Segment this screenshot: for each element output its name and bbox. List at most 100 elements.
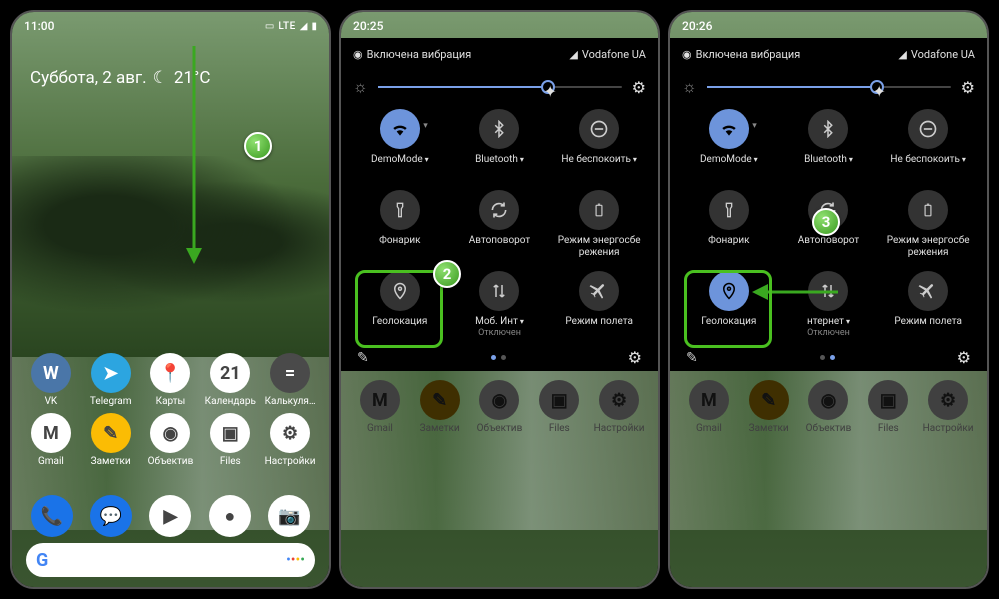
tile-rotate[interactable]: Автоповорот <box>453 190 547 259</box>
tile-dnd[interactable]: Не беспокоить <box>881 109 975 178</box>
app-label: VK <box>45 396 58 407</box>
app-label: Настройки <box>923 423 974 434</box>
status-bar: 20:25 <box>341 12 658 40</box>
tile-battery[interactable]: Режим энергосбережения <box>881 190 975 259</box>
tile-airplane[interactable]: Режим полета <box>881 271 975 340</box>
slider-thumb[interactable]: ✦ <box>870 80 884 94</box>
tile-bluetooth[interactable]: Bluetooth <box>782 109 876 178</box>
app-Настройки[interactable]: ⚙ Настройки <box>919 380 977 434</box>
slider-thumb[interactable]: ✦ <box>541 80 555 94</box>
app-Заметки[interactable]: ✎Заметки <box>82 413 140 467</box>
brightness-settings-icon[interactable]: ⚙ <box>632 78 646 97</box>
tile-label: нтернетОтключен <box>807 316 850 340</box>
assistant-icon[interactable]: •••• <box>286 552 305 568</box>
app-label: Календарь <box>205 396 256 407</box>
app-dock[interactable]: 💬 <box>90 495 132 537</box>
tile-wifi[interactable]: ▾DemoMode <box>682 109 776 178</box>
tile-dnd[interactable]: Не беспокоить <box>552 109 646 178</box>
app-dock[interactable]: ● <box>209 495 251 537</box>
tile-battery[interactable]: Режим энергосбережения <box>552 190 646 259</box>
tile-label: DemoMode <box>371 154 429 178</box>
app-Объектив[interactable]: ◉Объектив <box>471 380 529 434</box>
app-label: Gmail <box>38 456 64 467</box>
quick-settings-panel: ◉ Включена вибрация ◢ Vodafone UA ☼ ✦ ⚙ … <box>341 38 658 371</box>
tile-airplane[interactable]: Режим полета <box>552 271 646 340</box>
app-Карты[interactable]: 📍 Карты <box>142 353 200 407</box>
edit-tiles-icon[interactable]: ✎ <box>357 350 369 366</box>
tile-wifi[interactable]: ▾ DemoMode <box>353 109 447 178</box>
app-label: Объектив <box>806 423 852 434</box>
vibration-status[interactable]: ◉ Включена вибрация <box>682 48 800 61</box>
phone-qs-on: 20:26 ◉ Включена вибрация ◢ Vodafone UA … <box>668 10 989 589</box>
status-icons: ▭ LTE ◢ ▮ <box>265 21 317 32</box>
tile-flashlight[interactable]: Фонарик <box>682 190 776 259</box>
app-icon: 📍 <box>150 353 190 393</box>
signal-icon: ◢ <box>898 48 906 61</box>
tile-location[interactable]: Геолокация <box>353 271 447 340</box>
dnd-icon <box>908 109 948 149</box>
settings-icon[interactable]: ⚙ <box>628 348 642 367</box>
app-label: Gmail <box>367 423 393 434</box>
status-time: 20:25 <box>353 19 383 33</box>
app-Telegram[interactable]: ➤Telegram <box>82 353 140 407</box>
wifi-icon: ▾ <box>380 109 420 149</box>
app-icon: ◉ <box>808 380 848 420</box>
app-Заметки[interactable]: ✎Заметки <box>740 380 798 434</box>
app-Объектив[interactable]: ◉ Объектив <box>800 380 858 434</box>
slider-track[interactable]: ✦ <box>707 86 951 88</box>
brightness-slider[interactable]: ☼ ✦ ⚙ <box>682 77 975 97</box>
app-icon: 📷 <box>268 495 310 537</box>
tile-label: Bluetooth <box>475 154 524 178</box>
app-Календарь[interactable]: 21Календарь <box>201 353 259 407</box>
app-icon: M <box>689 380 729 420</box>
app-Gmail[interactable]: MGmail <box>22 413 80 467</box>
status-time: 11:00 <box>24 19 54 33</box>
app-Объектив[interactable]: ◉ Объектив <box>142 413 200 467</box>
quick-settings-panel: ◉ Включена вибрация ◢ Vodafone UA ☼ ✦ ⚙ … <box>670 38 987 371</box>
tile-flashlight[interactable]: Фонарик <box>353 190 447 259</box>
app-Gmail[interactable]: MGmail <box>351 380 409 434</box>
app-icon: ✎ <box>420 380 460 420</box>
app-Настройки[interactable]: ⚙Настройки <box>590 380 648 434</box>
tile-label: Режим полета <box>565 316 632 340</box>
app-dock[interactable]: ▶ <box>149 495 191 537</box>
app-Заметки[interactable]: ✎Заметки <box>411 380 469 434</box>
app-dock[interactable]: 📷 <box>268 495 310 537</box>
app-grid: W VK ➤Telegram📍 Карты 21Календарь=Калькуля… M… <box>12 353 329 467</box>
settings-icon[interactable]: ⚙ <box>957 348 971 367</box>
brightness-slider[interactable]: ☼ ✦ ⚙ <box>353 77 646 97</box>
weather-widget[interactable]: Суббота, 2 авг. ☾ 21°C <box>12 40 329 88</box>
search-bar[interactable]: G •••• <box>26 543 315 577</box>
app-Калькуля…[interactable]: =Калькуля… <box>261 353 319 407</box>
app-Files[interactable]: ▣Files <box>201 413 259 467</box>
app-VK[interactable]: W VK <box>22 353 80 407</box>
app-label: Объектив <box>148 456 194 467</box>
app-label: Карты <box>156 396 186 407</box>
flashlight-icon <box>709 190 749 230</box>
dock: 📞 💬 ▶ ● 📷 <box>12 495 329 537</box>
tile-data[interactable]: Моб. ИнтОтключен <box>453 271 547 340</box>
brightness-settings-icon[interactable]: ⚙ <box>961 78 975 97</box>
phone-home: 11:00 ▭ LTE ◢ ▮ Суббота, 2 авг. ☾ 21°C W… <box>10 10 331 589</box>
app-dock[interactable]: 📞 <box>31 495 73 537</box>
moon-icon: ☾ <box>153 68 168 88</box>
carrier-label: ◢ Vodafone UA <box>569 48 646 61</box>
app-Настройки[interactable]: ⚙Настройки <box>261 413 319 467</box>
app-icon: W <box>31 353 71 393</box>
app-Gmail[interactable]: MGmail <box>680 380 738 434</box>
vibration-status[interactable]: ◉ Включена вибрация <box>353 48 471 61</box>
app-icon: ▣ <box>868 380 908 420</box>
tile-bluetooth[interactable]: Bluetooth <box>453 109 547 178</box>
rotate-icon <box>479 190 519 230</box>
edit-tiles-icon[interactable]: ✎ <box>686 350 698 366</box>
tile-label: Моб. ИнтОтключен <box>475 316 524 340</box>
app-icon: ◉ <box>150 413 190 453</box>
app-Files[interactable]: ▣Files <box>859 380 917 434</box>
slider-track[interactable]: ✦ <box>378 86 622 88</box>
phone-qs-off: 20:25 ◉ Включена вибрация ◢ Vodafone UA … <box>339 10 660 589</box>
annotation-badge-2: 2 <box>433 260 461 288</box>
app-icon: ⚙ <box>928 380 968 420</box>
app-Files[interactable]: ▣Files <box>530 380 588 434</box>
app-icon: ▣ <box>210 413 250 453</box>
dnd-icon <box>579 109 619 149</box>
